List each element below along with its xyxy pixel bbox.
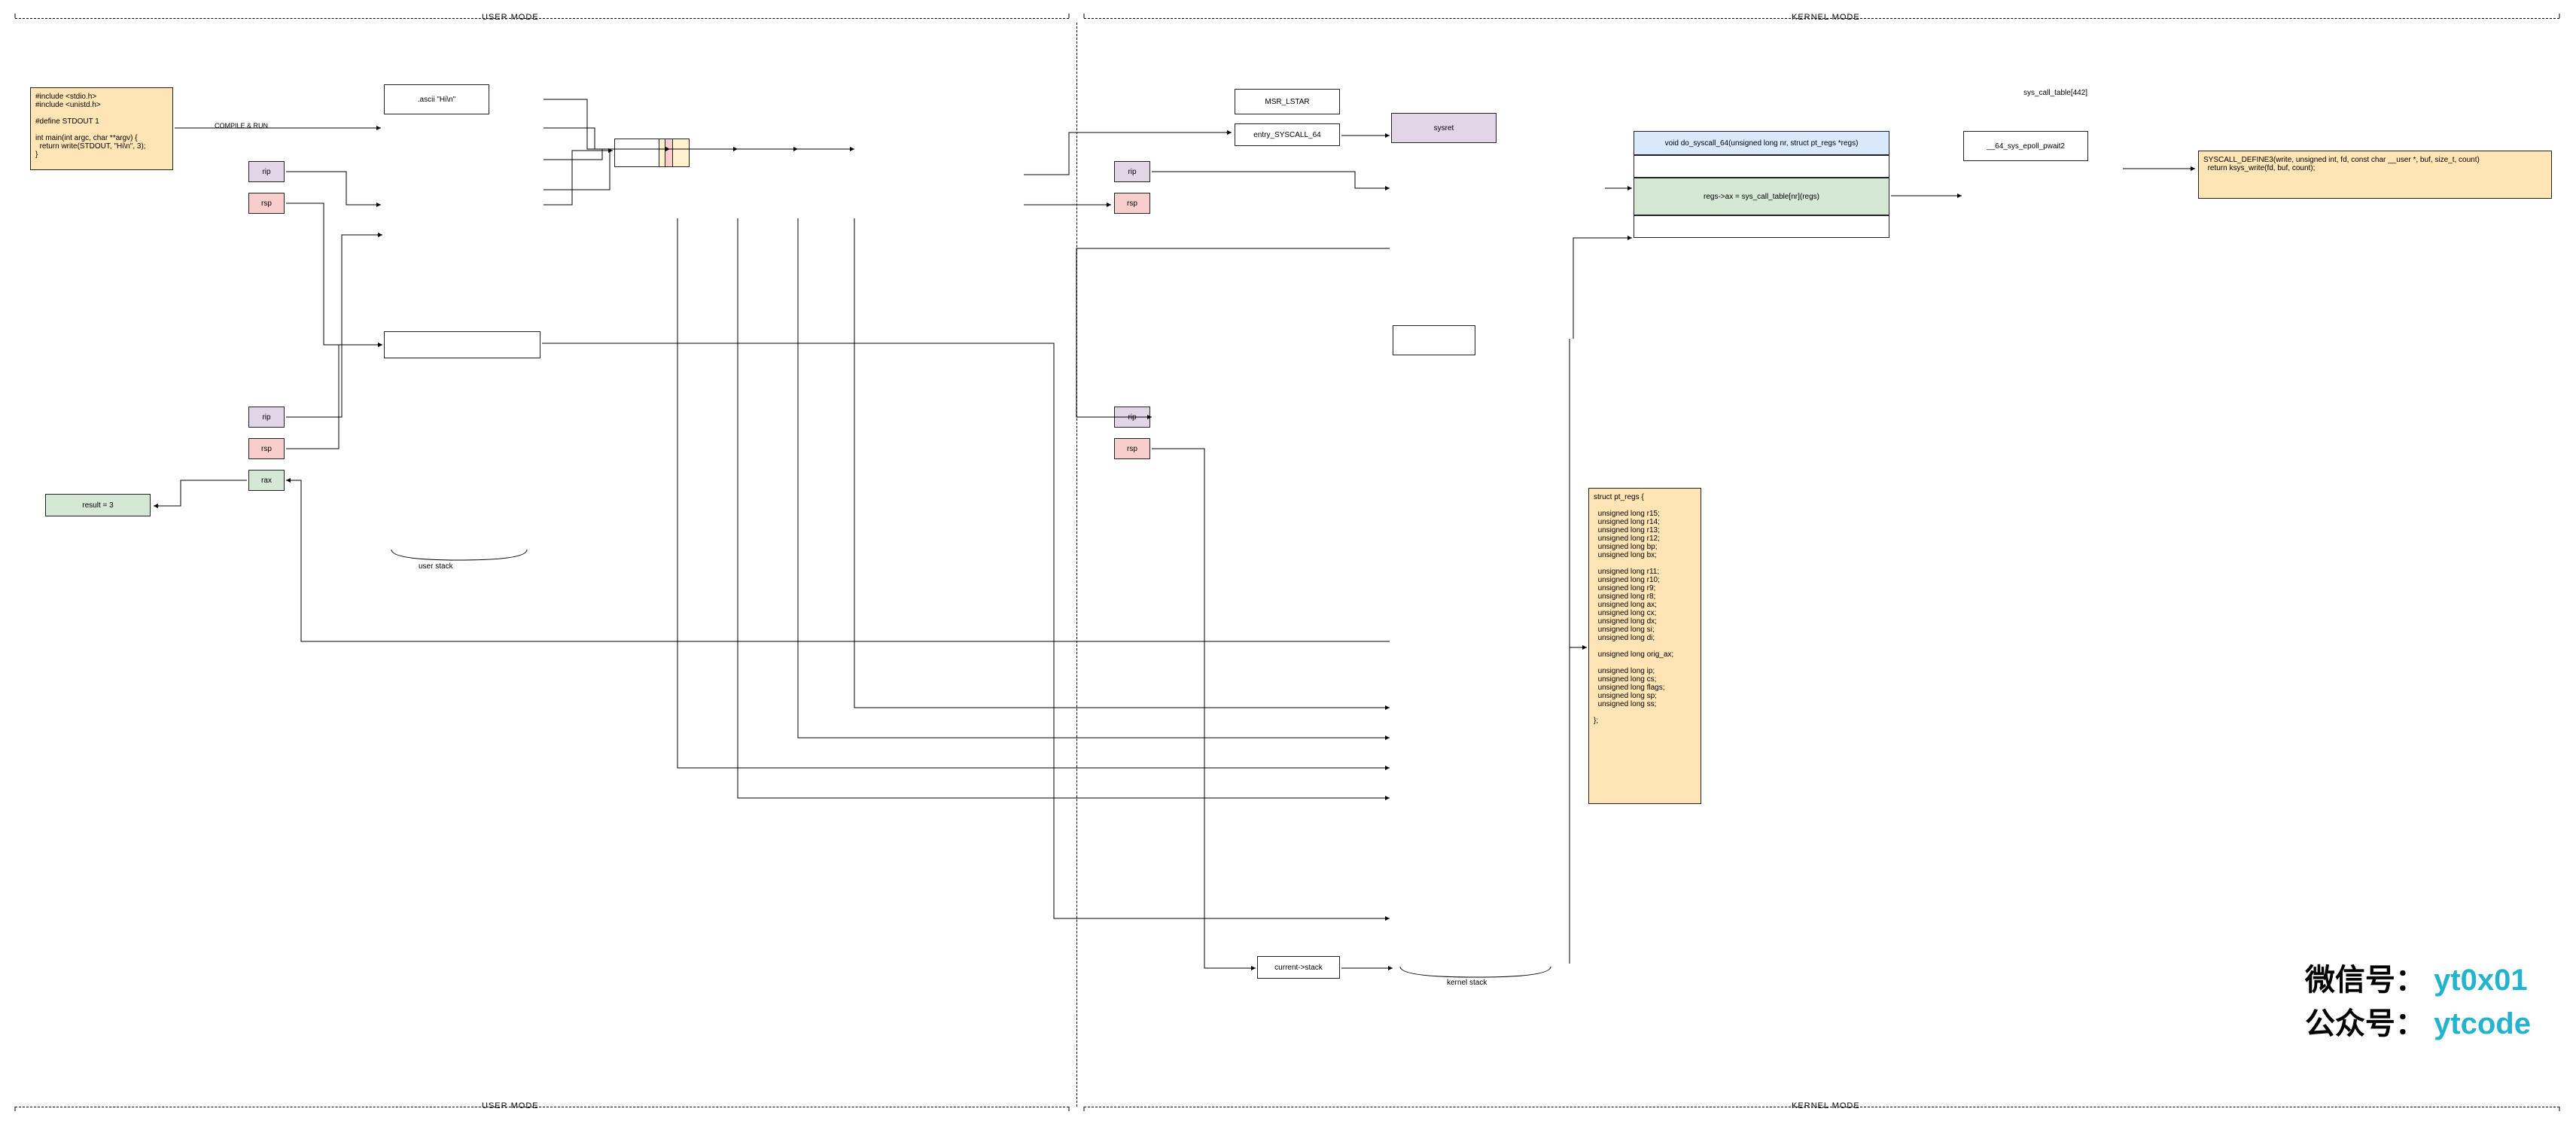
kernel-stack-label: kernel stack [1447,979,1487,987]
kernel-mode-label-top: KERNEL MODE [1792,13,1860,22]
cpu2-rip: rip [248,407,285,428]
current-stack: current->stack [1257,956,1340,979]
cpu2-rax: rax [248,470,285,491]
msr-lstar: MSR_LSTAR [1235,89,1340,114]
user-mode-label-bot: USER MODE [482,1101,539,1110]
compile-label: COMPILE & RUN [215,122,268,129]
do-syscall-body: regs->ax = sys_call_table[nr](regs) [1634,178,1889,215]
kcpu2-rip: rip [1114,407,1150,428]
cpu1-rsp: rsp [248,193,285,214]
mode-divider [1076,23,1080,1107]
user-top-rule [15,18,1069,22]
wm-l1: 微信号： [2305,964,2425,997]
wm-v1: yt0x01 [2434,964,2528,997]
result-box: result = 3 [45,494,151,516]
do-syscall-sig: void do_syscall_64(unsigned long nr, str… [1634,131,1889,155]
user-bot-rule [15,1107,1069,1110]
kcpu1-rsp: rsp [1114,193,1150,214]
do-syscall-spacer [1634,155,1889,178]
wm-v2: ytcode [2434,1007,2531,1040]
kernel-mode-label-bot: KERNEL MODE [1792,1101,1860,1110]
user-stack-label: user stack [419,562,453,571]
wm-l2: 公众号： [2305,1007,2425,1040]
syscall-define3: SYSCALL_DEFINE3(write, unsigned int, fd,… [2198,151,2552,199]
user-mode-label-top: USER MODE [482,13,539,22]
cpu1-rip: rip [248,161,285,182]
entry-syscall64: entry_SYSCALL_64 [1235,123,1340,146]
kcpu2-rsp: rsp [1114,438,1150,459]
sct-title: sys_call_table[442] [2023,89,2087,97]
watermark: 微信号： yt0x01 公众号： ytcode [2305,955,2531,1043]
pt-regs-struct: struct pt_regs { unsigned long r15; unsi… [1588,488,1701,804]
cpu2-rsp: rsp [248,438,285,459]
do-syscall-ret [1634,215,1889,238]
source-code: #include <stdio.h> #include <unistd.h> #… [30,87,173,170]
diagram-canvas: USER MODE KERNEL MODE USER MODE KERNEL M… [0,0,2576,1133]
kcpu1-rip: rip [1114,161,1150,182]
